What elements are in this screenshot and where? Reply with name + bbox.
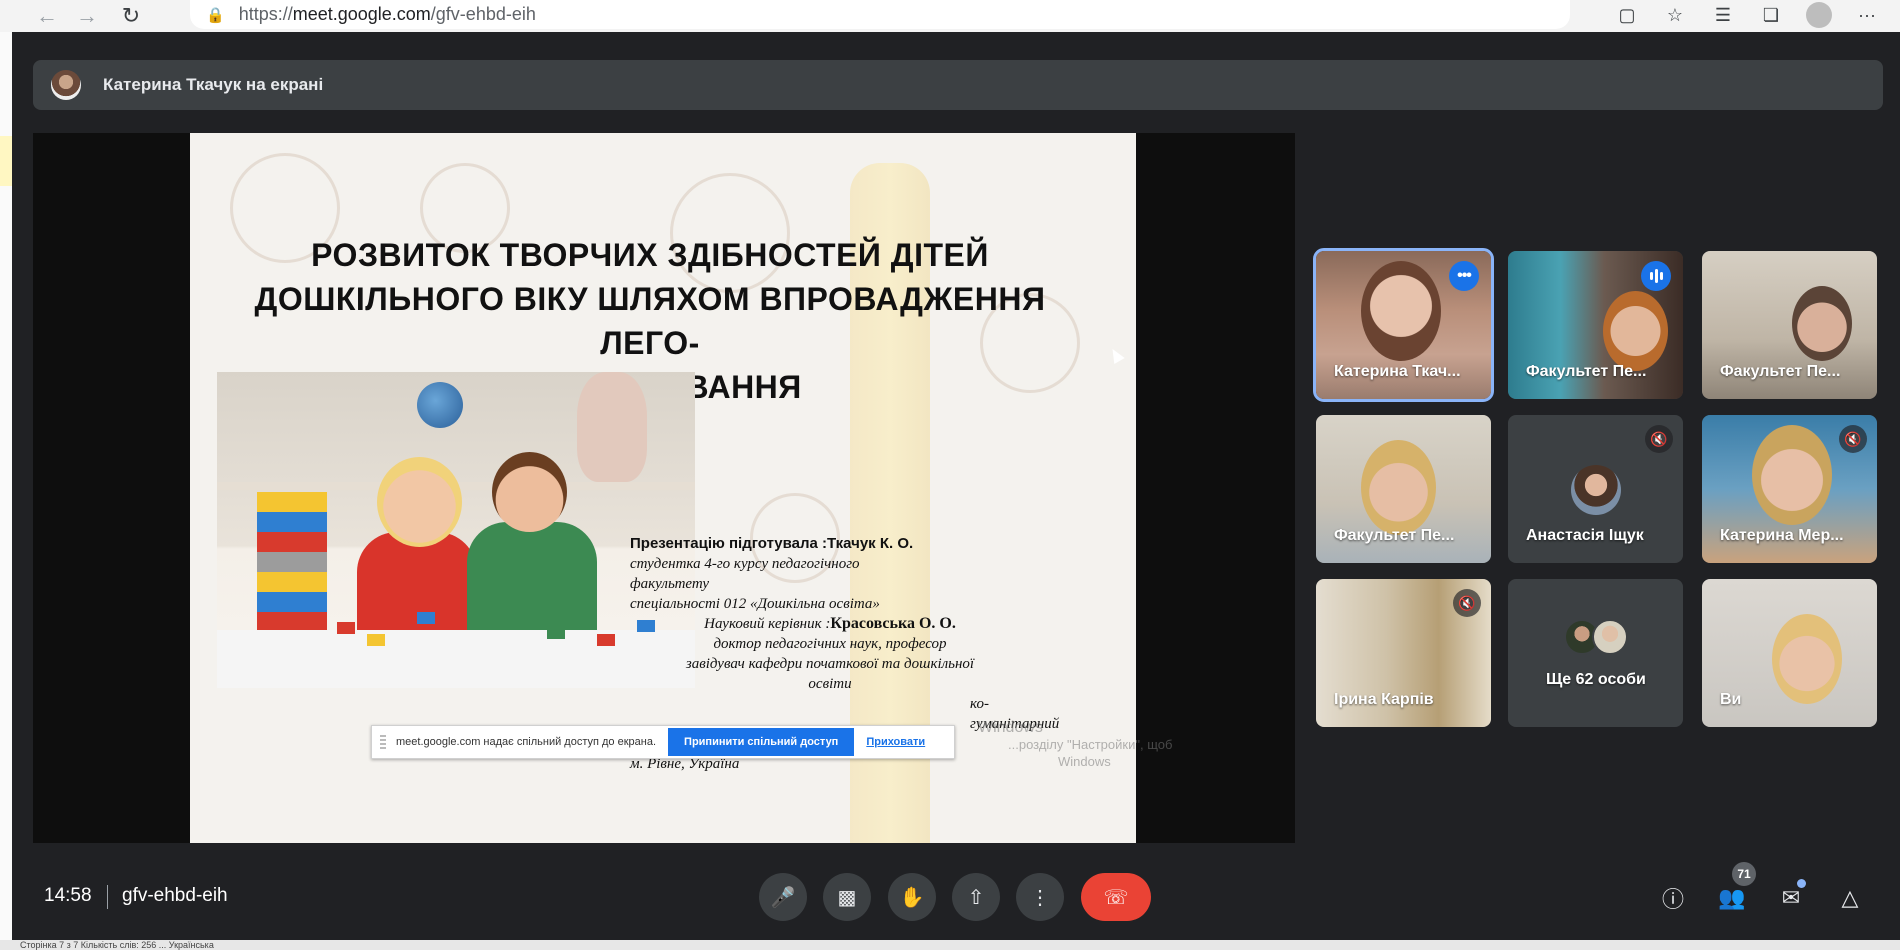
chat-notification-dot [1797,879,1806,888]
people-button[interactable]: 👥 [1716,882,1748,914]
background-window-edge [0,32,12,950]
speaking-indicator-icon [1641,261,1671,291]
raise-hand-button[interactable]: ✋ [888,873,936,921]
screen-share-notification: meet.google.com надає спільний доступ до… [371,725,955,759]
more-vertical-icon: ⋮ [1030,886,1050,909]
browser-actions: ▢ ☆ ☰ ❏ ··· [1614,0,1900,30]
toolbar-divider [107,885,108,909]
drag-handle-icon[interactable] [380,735,386,749]
participant-name: Ірина Карпів [1334,691,1434,708]
mic-off-icon: 🔇 [1645,425,1673,453]
background-window-statusbar: Сторінка 7 з 7 Кількість слів: 256 ... У… [0,940,1900,950]
mic-off-icon: 🔇 [1453,589,1481,617]
stop-sharing-button[interactable]: Припинити спільний доступ [668,728,855,756]
presenter-banner: Катерина Ткачук на екрані [33,60,1883,110]
back-icon[interactable]: ← [32,2,62,30]
favorite-star-icon[interactable]: ☆ [1662,2,1688,28]
participant-options-icon[interactable]: ••• [1449,261,1479,291]
participant-tile[interactable]: Факультет Пе... [1508,251,1683,399]
participant-tile[interactable]: Факультет Пе... [1316,415,1491,563]
activities-button[interactable]: △ [1834,882,1866,914]
shared-screen: РОЗВИТОК ТВОРЧИХ ЗДІБНОСТЕЙ ДІТЕЙ ДОШКІЛ… [33,133,1295,843]
hang-up-icon: ☏ [1103,886,1129,909]
presenter-avatar [51,70,81,100]
participant-name: Факультет Пе... [1526,363,1647,380]
leave-call-button[interactable]: ☏ [1081,873,1151,921]
hide-share-bar-link[interactable]: Приховати [866,736,925,748]
activities-icon: △ [1841,885,1859,910]
presenter-banner-text: Катерина Ткачук на екрані [103,75,324,94]
reload-icon[interactable]: ↻ [116,2,146,30]
participant-name: Анастасія Іщук [1526,527,1644,544]
more-options-button[interactable]: ⋮ [1016,873,1064,921]
chat-icon: ✉ [1781,885,1801,910]
people-icon: 👥 [1718,885,1746,910]
participant-name: Факультет Пе... [1334,527,1455,544]
favorites-list-icon[interactable]: ☰ [1710,2,1736,28]
microphone-icon: 🎤 [770,886,796,909]
forward-icon[interactable]: → [72,2,102,30]
more-menu-icon[interactable]: ··· [1854,2,1880,28]
present-icon: ⇧ [967,886,985,909]
info-icon: ⓘ [1661,887,1684,912]
more-participants-avatars [1564,619,1628,655]
address-bar[interactable]: 🔒 https://meet.google.com/gfv-ehbd-eih [190,0,1570,29]
lock-icon: 🔒 [206,6,225,24]
author-line: Презентацію підготувала :Ткачук К. О. [630,535,914,552]
slide-photo-children-lego [217,372,695,688]
profile-avatar[interactable] [1806,2,1832,28]
more-participants-label: Ще 62 особи [1546,671,1646,688]
participant-name: Катерина Мер... [1720,527,1844,544]
meeting-code: gfv-ehbd-eih [122,885,228,906]
participant-count-badge: 71 [1732,862,1756,886]
more-participants-tile[interactable]: Ще 62 особи [1508,579,1683,727]
collections-icon[interactable]: ❏ [1758,2,1784,28]
participant-name: Катерина Ткач... [1334,363,1461,380]
camera-button[interactable]: ▩ [823,873,871,921]
share-message: meet.google.com надає спільний доступ до… [396,736,657,748]
participant-tile[interactable]: 🔇 Катерина Мер... [1702,415,1877,563]
microphone-button[interactable]: 🎤 [759,873,807,921]
camera-icon[interactable]: ▢ [1614,2,1640,28]
video-camera-icon: ▩ [837,886,857,909]
supervisor-line: Науковий керівник :Красовська О. О. [704,615,956,632]
participant-name: Факультет Пе... [1720,363,1841,380]
participant-avatar [1571,465,1621,515]
participant-tile[interactable]: Факультет Пе... [1702,251,1877,399]
self-view-label: Ви [1720,691,1742,708]
meeting-clock: 14:58 [44,885,92,906]
self-view-tile[interactable]: Ви [1702,579,1877,727]
participant-tile[interactable]: ••• Катерина Ткач... [1313,248,1494,402]
present-screen-button[interactable]: ⇧ [952,873,1000,921]
participant-tile[interactable]: 🔇 Анастасія Іщук [1508,415,1683,563]
browser-toolbar: ← → ↻ 🔒 https://meet.google.com/gfv-ehbd… [0,0,1900,32]
hand-icon: ✋ [899,886,925,909]
participant-tile[interactable]: 🔇 Ірина Карпів [1316,579,1491,727]
url-text: https://meet.google.com/gfv-ehbd-eih [238,4,536,24]
mic-off-icon: 🔇 [1839,425,1867,453]
meeting-info-button[interactable]: ⓘ [1657,882,1689,914]
